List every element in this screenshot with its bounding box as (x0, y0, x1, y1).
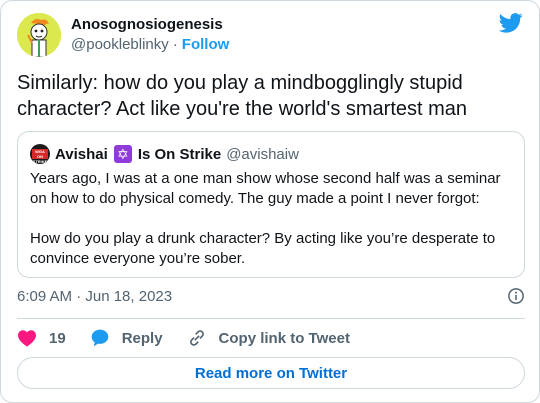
quoted-tweet[interactable]: WGA ON STRIKE Avishai ✡ Is On Strike @av… (17, 131, 525, 278)
quoted-avatar-badge: WGA ON STRIKE (32, 149, 48, 164)
tweet-header: Anosognosiogenesis @pookleblinky · Follo… (17, 13, 523, 57)
separator-dot: · (172, 36, 178, 53)
tweet-text: Similarly: how do you play a mindbogglin… (17, 72, 468, 120)
info-icon[interactable] (507, 287, 525, 305)
reply-bubble-icon (91, 329, 109, 347)
star-of-david-icon: ✡ (113, 145, 132, 163)
copy-link-label: Copy link to Tweet (218, 329, 350, 347)
quoted-author-handle: @avishaiw (226, 145, 299, 163)
author-display-name[interactable]: Anosognosiogenesis (71, 15, 229, 35)
quoted-author-name: Avishai (55, 145, 108, 163)
like-button[interactable]: 19 (17, 329, 66, 347)
heart-icon (18, 330, 36, 347)
author-handle[interactable]: @pookleblinky (71, 35, 169, 55)
avatar-drawing (17, 13, 61, 57)
divider (17, 318, 525, 319)
like-count: 19 (49, 329, 66, 347)
timestamp-row: 6:09 AM · Jun 18, 2023 (17, 286, 525, 306)
quoted-author-avatar: WGA ON STRIKE (30, 144, 50, 164)
quoted-author-name-suffix: Is On Strike (137, 145, 222, 163)
author-avatar[interactable] (17, 13, 61, 57)
reply-label: Reply (121, 329, 163, 347)
author-info: Anosognosiogenesis @pookleblinky · Follo… (71, 15, 229, 55)
tweet-timestamp[interactable]: 6:09 AM · Jun 18, 2023 (17, 288, 172, 305)
copy-link-button[interactable]: Copy link to Tweet (187, 328, 350, 348)
link-icon (189, 330, 204, 346)
author-handle-row: @pookleblinky · Follow (71, 35, 229, 55)
quoted-tweet-text: Years ago, I was at a one man show whose… (30, 170, 501, 267)
reply-button[interactable]: Reply (90, 328, 163, 348)
tweet-card: Anosognosiogenesis @pookleblinky · Follo… (0, 0, 540, 403)
read-more-button[interactable]: Read more on Twitter (17, 357, 525, 389)
twitter-bird-icon[interactable] (499, 13, 523, 33)
follow-button[interactable]: Follow (182, 35, 230, 55)
quoted-tweet-header: WGA ON STRIKE Avishai ✡ Is On Strike @av… (30, 144, 512, 164)
tweet-actions: 19 Reply Copy link to Tweet (17, 327, 374, 349)
